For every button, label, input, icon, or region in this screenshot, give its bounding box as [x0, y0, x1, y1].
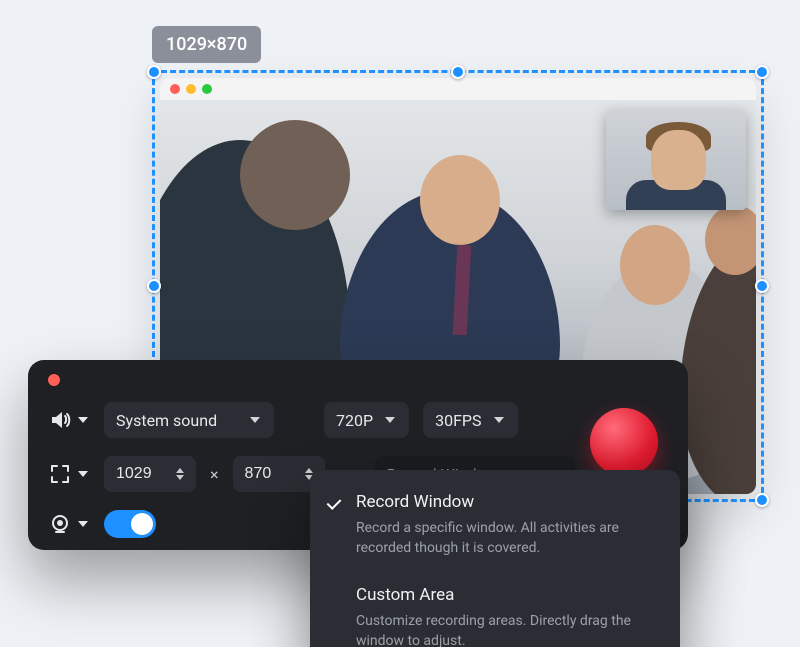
chevron-down-icon	[76, 467, 90, 481]
resize-handle-bottom-right[interactable]	[755, 493, 769, 507]
check-icon	[326, 496, 344, 514]
capture-area-button[interactable]	[48, 462, 90, 486]
record-zone-menu[interactable]: Record Window Record a specific window. …	[310, 470, 680, 647]
selection-size-badge: 1029×870	[152, 26, 261, 63]
audio-source-button[interactable]	[48, 408, 90, 432]
menu-option-desc: Record a specific window. All activities…	[356, 518, 656, 559]
webcam-overlay[interactable]	[606, 110, 746, 210]
chevron-down-icon	[492, 413, 506, 427]
menu-option-record-window[interactable]: Record Window Record a specific window. …	[310, 482, 680, 571]
fps-label: 30FPS	[435, 411, 481, 430]
chevron-down-icon	[383, 413, 397, 427]
traffic-light-minimize-icon[interactable]	[186, 84, 196, 94]
audio-source-label: System sound	[116, 411, 217, 430]
traffic-light-zoom-icon[interactable]	[202, 84, 212, 94]
window-titlebar	[160, 78, 756, 100]
menu-option-title: Custom Area	[356, 585, 660, 605]
resize-handle-top-right[interactable]	[755, 65, 769, 79]
width-stepper[interactable]	[176, 468, 184, 480]
resize-handle-top-left[interactable]	[147, 65, 161, 79]
fps-select[interactable]: 30FPS	[423, 402, 517, 438]
width-input[interactable]	[116, 465, 164, 483]
resize-handle-left[interactable]	[147, 279, 161, 293]
speaker-icon	[48, 408, 72, 432]
panel-close-button[interactable]	[48, 374, 60, 386]
resize-handle-top[interactable]	[451, 65, 465, 79]
webcam-icon	[48, 512, 72, 536]
audio-source-select[interactable]: System sound	[104, 402, 274, 438]
dimension-separator: ×	[210, 465, 219, 484]
fullscreen-icon	[48, 462, 72, 486]
height-input[interactable]	[245, 465, 293, 483]
record-button[interactable]	[590, 408, 658, 476]
webcam-toggle[interactable]	[104, 510, 156, 538]
menu-option-title: Record Window	[356, 492, 660, 512]
menu-option-custom-area[interactable]: Custom Area Customize recording areas. D…	[310, 575, 680, 647]
resolution-label: 720P	[336, 411, 373, 430]
chevron-down-icon	[248, 413, 262, 427]
chevron-down-icon	[76, 413, 90, 427]
traffic-light-close-icon[interactable]	[170, 84, 180, 94]
resize-handle-right[interactable]	[755, 279, 769, 293]
width-field[interactable]	[104, 456, 196, 492]
chevron-down-icon	[76, 517, 90, 531]
resolution-select[interactable]: 720P	[324, 402, 409, 438]
webcam-button[interactable]	[48, 512, 90, 536]
menu-option-desc: Customize recording areas. Directly drag…	[356, 611, 656, 647]
